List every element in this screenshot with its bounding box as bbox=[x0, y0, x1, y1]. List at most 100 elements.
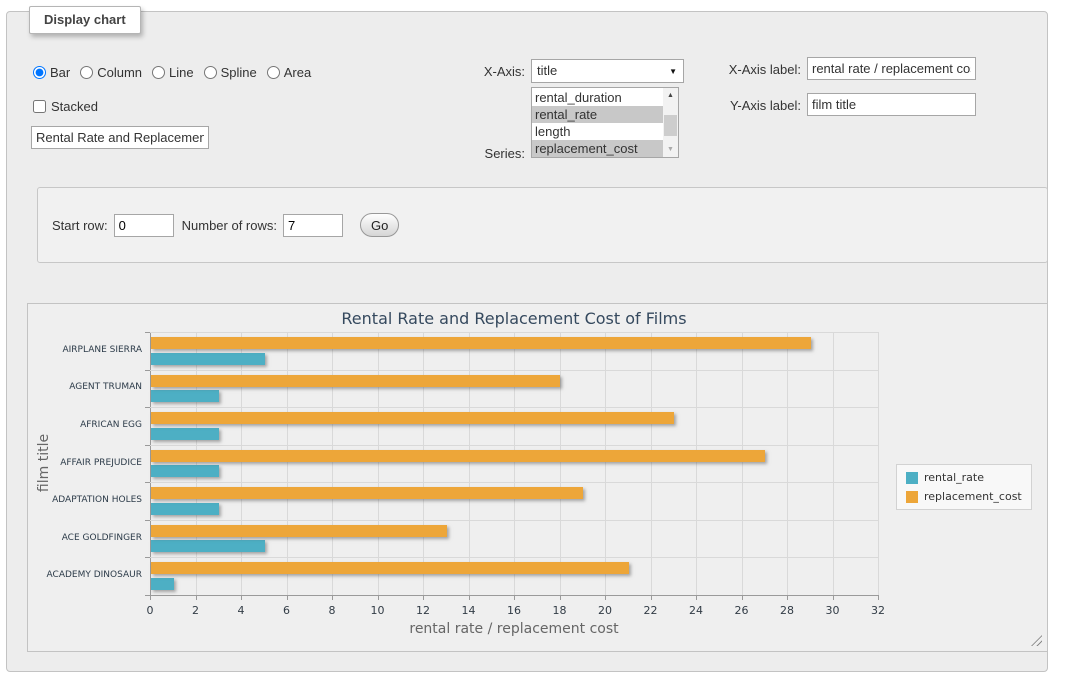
start-row-input[interactable] bbox=[114, 214, 174, 237]
chart-type-label: Line bbox=[169, 65, 194, 80]
chart-title: Rental Rate and Replacement Cost of Film… bbox=[150, 309, 878, 328]
x-axis-tick-label: 2 bbox=[181, 604, 211, 617]
gridline bbox=[651, 332, 652, 595]
y-axis-label-input[interactable] bbox=[807, 93, 976, 116]
gridline bbox=[378, 332, 379, 595]
gridline bbox=[696, 332, 697, 595]
bar-replacement_cost[interactable] bbox=[151, 375, 560, 387]
go-button[interactable]: Go bbox=[360, 213, 399, 237]
x-axis-tick-label: 20 bbox=[590, 604, 620, 617]
display-chart-panel: Display chart BarColumnLineSplineArea St… bbox=[6, 11, 1048, 672]
y-axis-category-label: ACADEMY DINOSAUR bbox=[28, 570, 142, 580]
chart-type-option-column[interactable]: Column bbox=[80, 65, 142, 80]
chart-type-radio-area[interactable] bbox=[267, 66, 280, 79]
gridline bbox=[150, 557, 878, 558]
bar-replacement_cost[interactable] bbox=[151, 525, 447, 537]
x-axis-tick bbox=[878, 595, 879, 600]
legend-label: rental_rate bbox=[924, 471, 984, 484]
y-axis-tick bbox=[145, 445, 150, 446]
x-axis-tick-label: 10 bbox=[363, 604, 393, 617]
bar-rental_rate[interactable] bbox=[151, 503, 219, 515]
chart-type-radio-bar[interactable] bbox=[33, 66, 46, 79]
x-axis-title: rental rate / replacement cost bbox=[150, 621, 878, 637]
bar-rental_rate[interactable] bbox=[151, 540, 265, 552]
scrollbar-thumb[interactable] bbox=[664, 115, 677, 136]
resize-handle-icon[interactable] bbox=[1031, 635, 1042, 646]
gridline bbox=[423, 332, 424, 595]
gridline bbox=[150, 482, 878, 483]
y-axis-title: film title bbox=[36, 363, 52, 563]
legend-item-rental_rate[interactable]: rental_rate bbox=[906, 471, 1022, 484]
x-axis-label-input[interactable] bbox=[807, 57, 976, 80]
bar-replacement_cost[interactable] bbox=[151, 450, 765, 462]
start-row-label: Start row: bbox=[52, 218, 108, 233]
series-options: rental_durationrental_ratelengthreplacem… bbox=[532, 89, 663, 157]
chart-type-option-line[interactable]: Line bbox=[152, 65, 194, 80]
x-axis-tick-label: 14 bbox=[454, 604, 484, 617]
bar-rental_rate[interactable] bbox=[151, 578, 174, 590]
y-axis-line bbox=[150, 332, 151, 595]
stacked-checkbox[interactable] bbox=[33, 100, 46, 113]
chart-type-radiogroup: Bar Column Line Spline Area bbox=[33, 65, 311, 80]
chart-type-option-spline[interactable]: Spline bbox=[204, 65, 257, 80]
series-label: Series: bbox=[457, 146, 525, 161]
bar-replacement_cost[interactable] bbox=[151, 487, 583, 499]
x-axis-tick-label: 6 bbox=[272, 604, 302, 617]
y-axis-label-label: Y-Axis label: bbox=[657, 98, 801, 113]
bar-replacement_cost[interactable] bbox=[151, 412, 674, 424]
chart-type-radio-line[interactable] bbox=[152, 66, 165, 79]
chart-type-option-bar[interactable]: Bar bbox=[33, 65, 70, 80]
gridline bbox=[150, 370, 878, 371]
gridline bbox=[742, 332, 743, 595]
series-option-rental_duration[interactable]: rental_duration bbox=[532, 89, 663, 106]
y-axis-tick bbox=[145, 332, 150, 333]
series-option-rental_rate[interactable]: rental_rate bbox=[532, 106, 663, 123]
chart-type-option-area[interactable]: Area bbox=[267, 65, 311, 80]
num-rows-input[interactable] bbox=[283, 214, 343, 237]
x-axis-select-label: X-Axis: bbox=[457, 64, 525, 79]
x-axis-tick-label: 16 bbox=[499, 604, 529, 617]
y-axis-tick bbox=[145, 557, 150, 558]
gridline bbox=[833, 332, 834, 595]
x-axis-tick-label: 4 bbox=[226, 604, 256, 617]
gridline bbox=[150, 520, 878, 521]
y-axis-tick bbox=[145, 520, 150, 521]
legend-swatch-rental_rate bbox=[906, 472, 918, 484]
bar-rental_rate[interactable] bbox=[151, 353, 265, 365]
x-axis-tick-label: 32 bbox=[863, 604, 893, 617]
legend-item-replacement_cost[interactable]: replacement_cost bbox=[906, 490, 1022, 503]
y-axis-tick bbox=[145, 370, 150, 371]
gridline bbox=[469, 332, 470, 595]
y-axis-tick bbox=[145, 407, 150, 408]
x-axis-tick-label: 0 bbox=[135, 604, 165, 617]
chart-type-radio-spline[interactable] bbox=[204, 66, 217, 79]
gridline bbox=[150, 407, 878, 408]
bar-replacement_cost[interactable] bbox=[151, 337, 811, 349]
legend-label: replacement_cost bbox=[924, 490, 1022, 503]
x-axis-tick-label: 12 bbox=[408, 604, 438, 617]
x-axis-tick-label: 22 bbox=[636, 604, 666, 617]
bar-rental_rate[interactable] bbox=[151, 465, 219, 477]
chart: Rental Rate and Replacement Cost of Film… bbox=[27, 303, 1048, 652]
gridline bbox=[332, 332, 333, 595]
bar-replacement_cost[interactable] bbox=[151, 562, 629, 574]
chart-type-radio-column[interactable] bbox=[80, 66, 93, 79]
scroll-down-icon[interactable]: ▼ bbox=[663, 142, 678, 157]
gridline bbox=[605, 332, 606, 595]
gridline bbox=[560, 332, 561, 595]
y-axis-tick bbox=[145, 595, 150, 596]
bar-rental_rate[interactable] bbox=[151, 390, 219, 402]
x-axis-tick-label: 18 bbox=[545, 604, 575, 617]
x-axis-tick-label: 24 bbox=[681, 604, 711, 617]
panel-title: Display chart bbox=[29, 6, 141, 34]
gridline bbox=[878, 332, 879, 595]
y-axis-tick bbox=[145, 482, 150, 483]
chart-title-input[interactable] bbox=[31, 126, 209, 149]
series-option-replacement_cost[interactable]: replacement_cost bbox=[532, 140, 663, 157]
legend-swatch-replacement_cost bbox=[906, 491, 918, 503]
stacked-checkbox-row[interactable]: Stacked bbox=[33, 99, 98, 114]
chart-type-label: Column bbox=[97, 65, 142, 80]
bar-rental_rate[interactable] bbox=[151, 428, 219, 440]
series-option-length[interactable]: length bbox=[532, 123, 663, 140]
x-axis-tick-label: 8 bbox=[317, 604, 347, 617]
